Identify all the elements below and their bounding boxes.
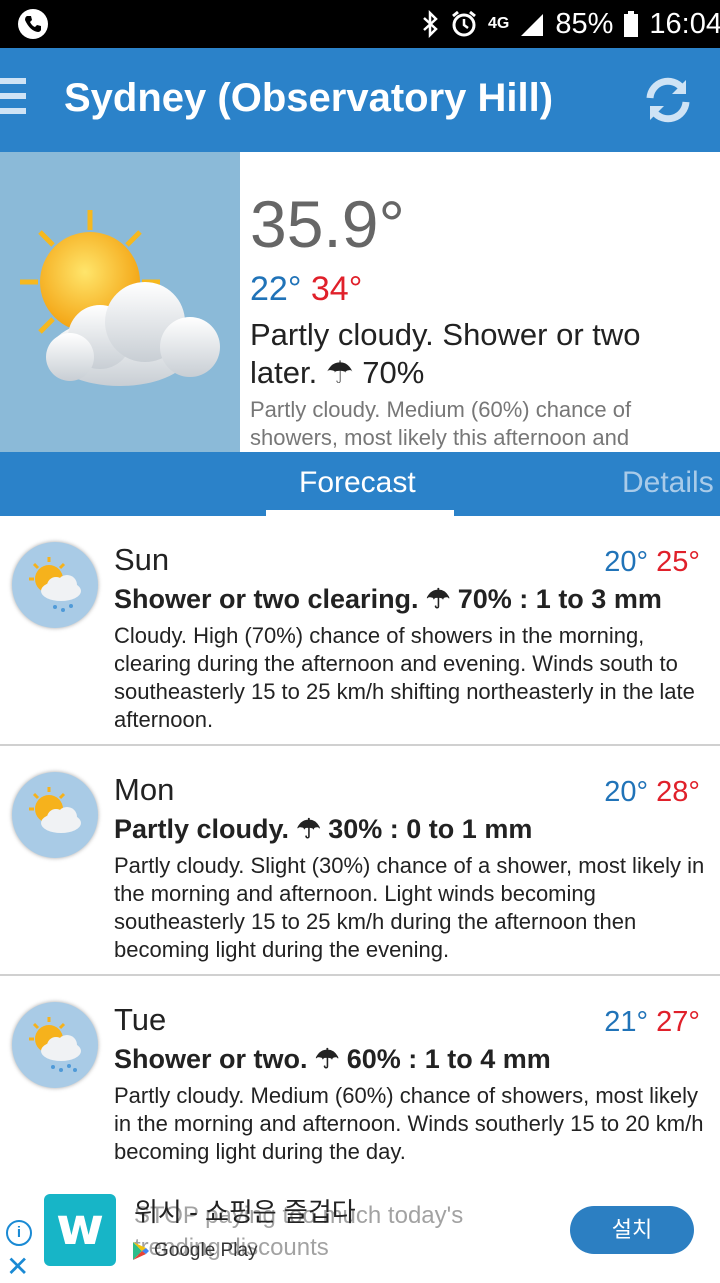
app-bar: Sydney (Observatory Hill)	[0, 48, 720, 152]
current-min-temp: 22°	[250, 270, 302, 308]
store-name: Google Play	[154, 1240, 258, 1261]
bluetooth-icon	[423, 10, 438, 38]
sun-cloud-icon	[12, 772, 98, 858]
current-min-max: 22° 34°	[250, 270, 362, 309]
network-type: 4G	[488, 15, 510, 32]
sun-cloud-rain-icon	[12, 1002, 98, 1088]
forecast-max-temp: 25°	[656, 546, 700, 578]
current-detail: Partly cloudy. Medium (60%) chance of sh…	[250, 397, 632, 450]
current-weather-icon	[0, 152, 240, 452]
forecast-min-temp: 21°	[604, 1006, 649, 1038]
forecast-temps: 20° 25°	[604, 546, 700, 579]
alarm-icon	[452, 10, 476, 37]
tab-bar: Forecast Details	[0, 452, 720, 516]
forecast-list: Sun 20° 25° Shower or two clearing. ☂ 70…	[0, 516, 720, 1180]
forecast-max-temp: 27°	[656, 1006, 700, 1038]
ad-title[interactable]: 위시 - 쇼핑은 즐겁다	[134, 1192, 356, 1229]
forecast-description: Partly cloudy. Slight (30%) chance of a …	[114, 853, 705, 962]
forecast-temps: 20° 28°	[604, 776, 700, 809]
refresh-icon[interactable]	[640, 72, 696, 128]
status-bar: 4G 85% 16:04	[0, 0, 720, 48]
ad-close-icon[interactable]: ✕	[6, 1250, 29, 1283]
forecast-min-temp: 20°	[604, 776, 649, 808]
install-button[interactable]: 설치	[570, 1206, 694, 1254]
location-title: Sydney (Observatory Hill)	[64, 76, 554, 120]
ad-app-logo[interactable]: w	[44, 1194, 116, 1266]
forecast-day: Tue	[114, 1002, 167, 1037]
menu-icon[interactable]	[0, 78, 26, 122]
forecast-day: Sun	[114, 542, 170, 577]
forecast-row-mon[interactable]: Mon 20° 28° Partly cloudy. ☂ 30% : 0 to …	[0, 746, 720, 976]
forecast-row-tue[interactable]: Tue 21° 27° Shower or two. ☂ 60% : 1 to …	[0, 976, 720, 1180]
signal-icon	[521, 14, 544, 36]
ad-banner[interactable]: i ✕ w STOP paying too much today's trend…	[0, 1180, 720, 1283]
phone-icon	[18, 9, 48, 39]
google-play-icon	[133, 1242, 149, 1260]
forecast-summary: Shower or two clearing. ☂ 70% : 1 to 3 m…	[114, 584, 662, 614]
current-summary: Partly cloudy. Shower or two later. ☂ 70…	[250, 317, 641, 390]
forecast-summary: Partly cloudy. ☂ 30% : 0 to 1 mm	[114, 814, 533, 844]
clock: 16:04	[649, 7, 720, 40]
forecast-description: Partly cloudy. Medium (60%) chance of sh…	[114, 1083, 704, 1164]
google-play-badge: Google Play	[132, 1240, 258, 1262]
battery-icon	[624, 11, 639, 37]
tab-forecast[interactable]: Forecast	[299, 466, 416, 500]
forecast-min-temp: 20°	[604, 546, 649, 578]
forecast-max-temp: 28°	[656, 776, 700, 808]
forecast-row-sun[interactable]: Sun 20° 25° Shower or two clearing. ☂ 70…	[0, 516, 720, 746]
ad-info-icon[interactable]: i	[6, 1220, 32, 1246]
current-max-temp: 34°	[310, 270, 363, 308]
sun-cloud-rain-icon	[12, 542, 98, 628]
current-weather: 35.9° 22° 34° Partly cloudy. Shower or t…	[0, 152, 720, 452]
battery-percent: 85%	[555, 7, 614, 40]
current-temperature: 35.9°	[250, 187, 405, 261]
forecast-description: Cloudy. High (70%) chance of showers in …	[114, 623, 695, 732]
forecast-temps: 21° 27°	[604, 1006, 700, 1039]
forecast-day: Mon	[114, 772, 175, 807]
tab-details[interactable]: Details	[622, 466, 714, 500]
forecast-summary: Shower or two. ☂ 60% : 1 to 4 mm	[114, 1044, 551, 1074]
